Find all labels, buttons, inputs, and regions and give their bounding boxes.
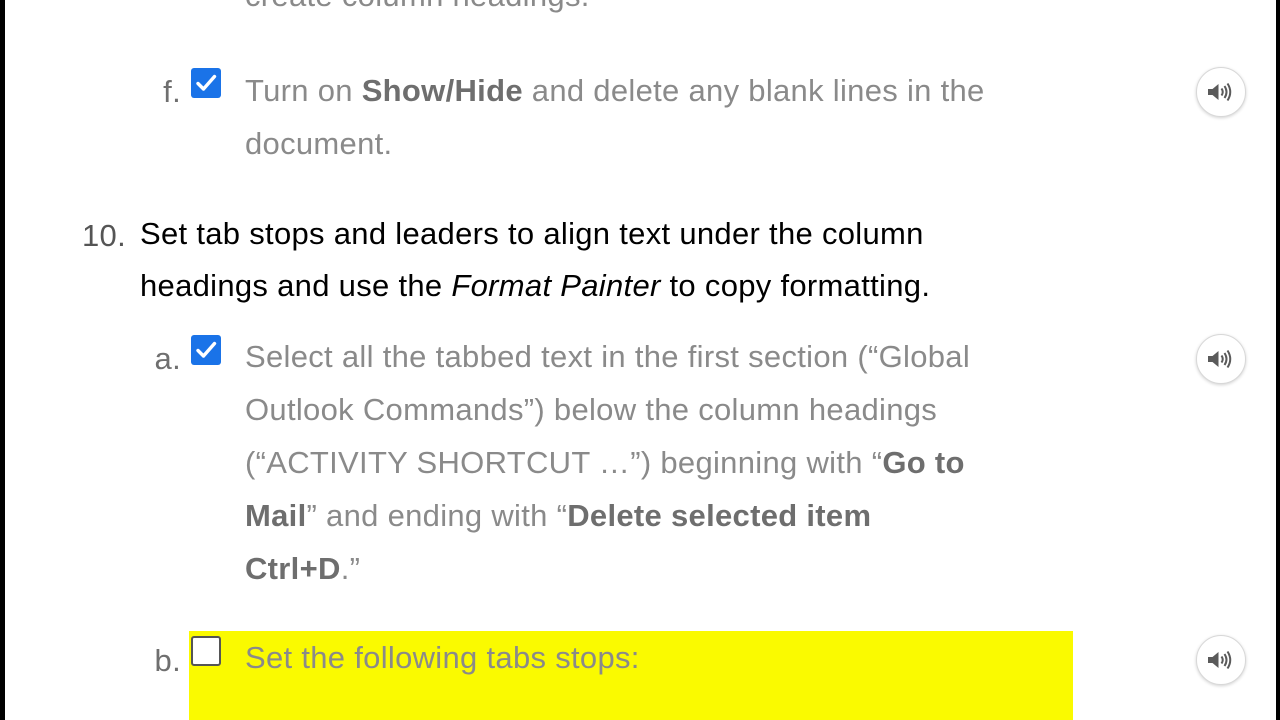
speaker-icon — [1208, 650, 1232, 670]
speaker-icon — [1208, 82, 1232, 102]
step-f-audio-button[interactable] — [1196, 67, 1246, 117]
step-f-checkbox[interactable] — [191, 68, 221, 98]
step-b-marker: b. — [154, 643, 181, 678]
speaker-icon — [1208, 349, 1232, 369]
step-b-text: Set the following tabs stops: — [245, 640, 640, 675]
step-a-marker: a. — [154, 341, 181, 376]
checkmark-icon — [196, 341, 217, 358]
step-f-marker: f. — [163, 74, 181, 109]
step-a-audio-button[interactable] — [1196, 334, 1246, 384]
step-10-text: Set tab stops and leaders to align text … — [140, 216, 931, 303]
partial-step-text: create column headings. — [245, 0, 590, 14]
step-b-audio-button[interactable] — [1196, 635, 1246, 685]
step-a-text: Select all the tabbed text in the first … — [245, 339, 971, 586]
step-a-checkbox[interactable] — [191, 335, 221, 365]
checkmark-icon — [196, 74, 217, 91]
show-hide-label: Show/Hide — [361, 73, 523, 108]
step-10-number: 10. — [82, 218, 126, 253]
instructions-panel: create column headings. f. Turn on Show/… — [5, 0, 1276, 720]
format-painter-label: Format Painter — [451, 268, 661, 303]
step-b-checkbox[interactable] — [191, 636, 221, 666]
step-f-text: Turn on Show/Hide and delete any blank l… — [245, 73, 985, 161]
